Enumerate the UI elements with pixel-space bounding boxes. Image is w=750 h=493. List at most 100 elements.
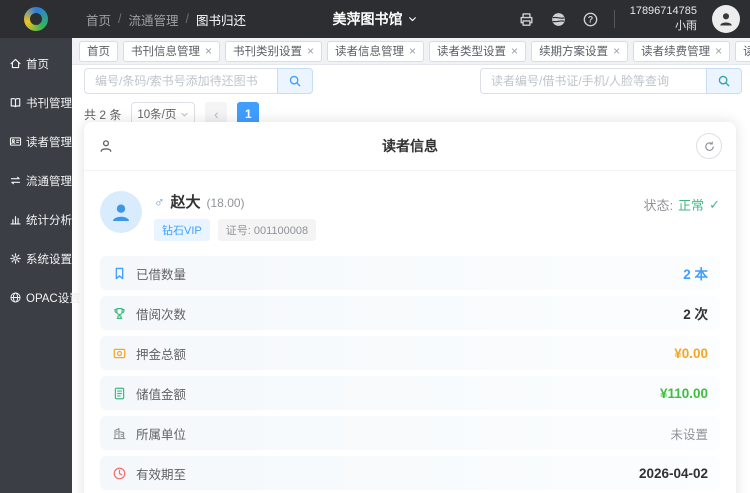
user-meta: 17896714785 小雨 (630, 4, 697, 34)
printer-icon[interactable] (518, 11, 535, 28)
row-borrow-times: 借阅次数 2 次 (100, 296, 720, 330)
tab-label: 读者类型设置 (437, 46, 507, 58)
sidebar-item-circulation[interactable]: 流通管理 (0, 161, 72, 200)
breadcrumb-separator: / (185, 12, 189, 26)
tab-book-category-settings[interactable]: 书刊类别设置 × (225, 40, 323, 62)
sidebar-item-settings[interactable]: 系统设置 (0, 239, 72, 278)
breadcrumb: 首页 / 流通管理 / 图书归还 (86, 10, 246, 29)
tab-reader-borrow[interactable]: 读者借书× (735, 40, 750, 62)
vip-badge: 钻石VIP (154, 219, 210, 241)
globe-icon (10, 292, 21, 303)
earth-icon[interactable] (550, 11, 567, 28)
book-search-input[interactable] (84, 68, 277, 94)
sidebar-item-label: 读者管理 (26, 136, 72, 149)
tab-book-info-management[interactable]: 书刊信息管理 × (123, 40, 221, 62)
topbar: 首页 / 流通管理 / 图书归还 美萍图书馆 ? 17896714785 小雨 (0, 0, 750, 38)
reader-badges: 钻石VIP 证号: 001100008 (154, 219, 317, 241)
logo-box[interactable] (0, 7, 72, 31)
page-size-value: 10条/页 (137, 109, 177, 121)
tab-label: 读者续费管理 (641, 46, 711, 58)
reader-name-line: ♂ 赵大 (18.00) (154, 191, 316, 212)
person-icon (720, 13, 732, 26)
check-icon: ✓ (709, 196, 720, 212)
search-icon (718, 75, 730, 87)
close-icon[interactable]: × (715, 45, 722, 57)
row-value: 未设置 (670, 427, 708, 442)
user-avatar[interactable] (712, 5, 740, 33)
card-number-badge: 证号: 001100008 (217, 219, 317, 241)
user-phone: 17896714785 (629, 5, 697, 18)
reader-icon[interactable] (98, 138, 114, 154)
sidebar-item-label: 流通管理 (26, 175, 72, 188)
library-selector[interactable]: 美萍图书馆 (333, 9, 418, 29)
svg-text:?: ? (587, 14, 593, 24)
tab-label: 书刊类别设置 (233, 46, 303, 58)
tab-renewal-plan-settings[interactable]: 续期方案设置 × (531, 40, 629, 62)
close-icon[interactable]: × (205, 45, 212, 57)
building-icon (112, 426, 127, 441)
bar-chart-icon (10, 216, 21, 225)
sidebar-item-label: OPAC设置 (26, 292, 81, 305)
sidebar-item-opac[interactable]: OPAC设置 (0, 278, 81, 317)
reader-search-input[interactable] (480, 68, 706, 94)
breadcrumb-separator: / (118, 12, 122, 26)
reader-detail-rows: 已借数量 2 本 借阅次数 2 次 押金总额 ¥0.00 储值金额 ¥110.0… (84, 256, 736, 493)
person-icon (112, 204, 130, 221)
refresh-icon (704, 140, 714, 151)
tab-home[interactable]: 首页 (79, 40, 118, 62)
tab-label: 读者信息管理 (335, 46, 405, 58)
book-search-group (84, 68, 313, 94)
close-icon[interactable]: × (613, 45, 620, 57)
row-deposit-total: 押金总额 ¥0.00 (100, 336, 720, 370)
reader-status: 状态: 正常 ✓ (643, 195, 720, 214)
tab-reader-renewal-management[interactable]: 读者续费管理 × (633, 40, 731, 62)
trophy-icon (112, 306, 127, 321)
reader-search-group (480, 68, 742, 94)
row-label: 储值金额 (136, 387, 187, 402)
app-window: 首页 / 流通管理 / 图书归还 美萍图书馆 ? 17896714785 小雨 (0, 0, 750, 493)
refresh-button[interactable] (696, 133, 722, 159)
row-valid-until: 有效期至 2026-04-02 (100, 456, 720, 490)
breadcrumb-current: 图书归还 (196, 13, 247, 28)
app-logo-icon (24, 7, 48, 31)
breadcrumb-section[interactable]: 流通管理 (129, 10, 179, 29)
status-value: 正常 (678, 198, 705, 213)
close-icon[interactable]: × (307, 45, 314, 57)
user-name: 小雨 (675, 20, 697, 32)
reader-search-button[interactable] (706, 68, 742, 94)
status-label: 状态: (643, 198, 674, 213)
sidebar-item-label: 书刊管理 (26, 97, 72, 110)
help-icon[interactable]: ? (582, 11, 599, 28)
close-icon[interactable]: × (409, 45, 416, 57)
sidebar-item-label: 系统设置 (26, 253, 72, 266)
breadcrumb-home[interactable]: 首页 (86, 10, 111, 29)
row-organization: 所属单位 未设置 (100, 416, 720, 450)
swap-arrows-icon (10, 176, 21, 185)
bookmark-icon (112, 266, 127, 281)
reader-name: 赵大 (170, 194, 201, 211)
library-name: 美萍图书馆 (332, 11, 403, 27)
pagination-total: 共 2 条 (84, 107, 122, 122)
topbar-actions: ? 17896714785 小雨 (518, 4, 750, 34)
row-label: 有效期至 (136, 467, 187, 482)
tab-label: 读者借书 (743, 43, 750, 59)
sidebar-item-statistics[interactable]: 统计分析 (0, 200, 72, 239)
close-icon[interactable]: × (511, 45, 518, 57)
tab-reader-info-management[interactable]: 读者信息管理 × (327, 40, 425, 62)
tab-label: 续期方案设置 (539, 46, 609, 58)
book-search-button[interactable] (277, 68, 313, 94)
tab-reader-type-settings[interactable]: 读者类型设置 × (429, 40, 527, 62)
row-value: ¥110.00 (659, 385, 708, 401)
reader-identity: ♂ 赵大 (18.00) 钻石VIP 证号: 001100008 (154, 191, 317, 241)
row-value: 2 次 (683, 307, 708, 322)
sidebar-item-readers[interactable]: 读者管理 (0, 122, 72, 161)
row-value: ¥0.00 (674, 345, 708, 361)
chevron-down-icon (409, 17, 416, 22)
reader-summary: ♂ 赵大 (18.00) 钻石VIP 证号: 001100008 状态: 正常 … (84, 171, 736, 256)
sidebar-item-books[interactable]: 书刊管理 (0, 83, 72, 122)
sidebar-item-label: 首页 (26, 58, 49, 71)
id-card-icon (9, 137, 22, 146)
male-icon: ♂ (154, 194, 165, 210)
row-label: 押金总额 (136, 347, 187, 362)
sidebar-item-home[interactable]: 首页 (0, 44, 72, 83)
